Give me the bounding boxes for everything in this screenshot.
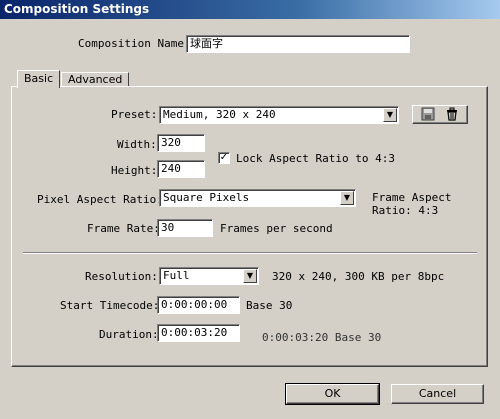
pixel-aspect-value: Square Pixels [163,191,250,204]
tab-advanced[interactable]: Advanced [61,72,130,86]
window-title: Composition Settings [0,0,500,19]
pixel-aspect-select[interactable]: Square Pixels ▼ [159,189,356,207]
trash-icon [447,107,457,121]
preset-label: Preset: [111,108,158,121]
start-timecode-label: Start Timecode: [60,299,160,312]
pixel-aspect-label: Pixel Aspect Ratio: [37,193,163,206]
preset-buttons-group [412,105,468,124]
resolution-label: Resolution: [85,270,158,283]
frame-rate-label: Frame Rate: [87,222,160,235]
start-timecode-info: Base 30 [246,299,293,312]
ok-button[interactable]: OK [285,383,380,405]
start-timecode-input[interactable]: 0:00:00:00 [157,296,240,314]
tab-basic[interactable]: Basic [17,70,61,88]
frame-rate-input[interactable]: 30 [157,219,213,237]
width-input[interactable]: 320 [157,134,205,152]
resolution-info: 320 x 240, 300 KB per 8bpc [272,270,445,283]
save-preset-icon [421,107,435,121]
height-label: Height: [111,164,158,177]
resolution-value: Full [163,269,190,282]
preset-select[interactable]: Medium, 320 x 240 ▼ [159,106,399,124]
frame-rate-unit: Frames per second [220,222,333,235]
duration-input[interactable]: 0:00:03:20 [157,324,240,342]
lock-aspect-checkbox[interactable]: ✓ [218,152,230,164]
lock-aspect-label: Lock Aspect Ratio to 4:3 [236,152,395,165]
duration-label: Duration: [99,328,159,341]
delete-preset-button[interactable] [443,107,461,122]
cancel-button[interactable]: Cancel [391,384,484,404]
composition-name-label: Composition Name: [78,37,191,50]
chevron-down-icon: ▼ [243,269,257,283]
width-label: Width: [117,138,157,151]
duration-info: 0:00:03:20 Base 30 [262,331,382,344]
section-divider [23,252,477,254]
composition-name-input[interactable]: 球面字 [186,35,410,53]
chevron-down-icon: ▼ [383,108,397,122]
frame-aspect-label: Frame Aspect [372,191,452,204]
chevron-down-icon: ▼ [340,191,354,205]
height-input[interactable]: 240 [157,160,205,178]
resolution-select[interactable]: Full ▼ [159,267,259,285]
save-preset-button[interactable] [419,107,437,122]
frame-aspect-value: Ratio: 4:3 [372,204,439,217]
preset-value: Medium, 320 x 240 [163,108,276,121]
